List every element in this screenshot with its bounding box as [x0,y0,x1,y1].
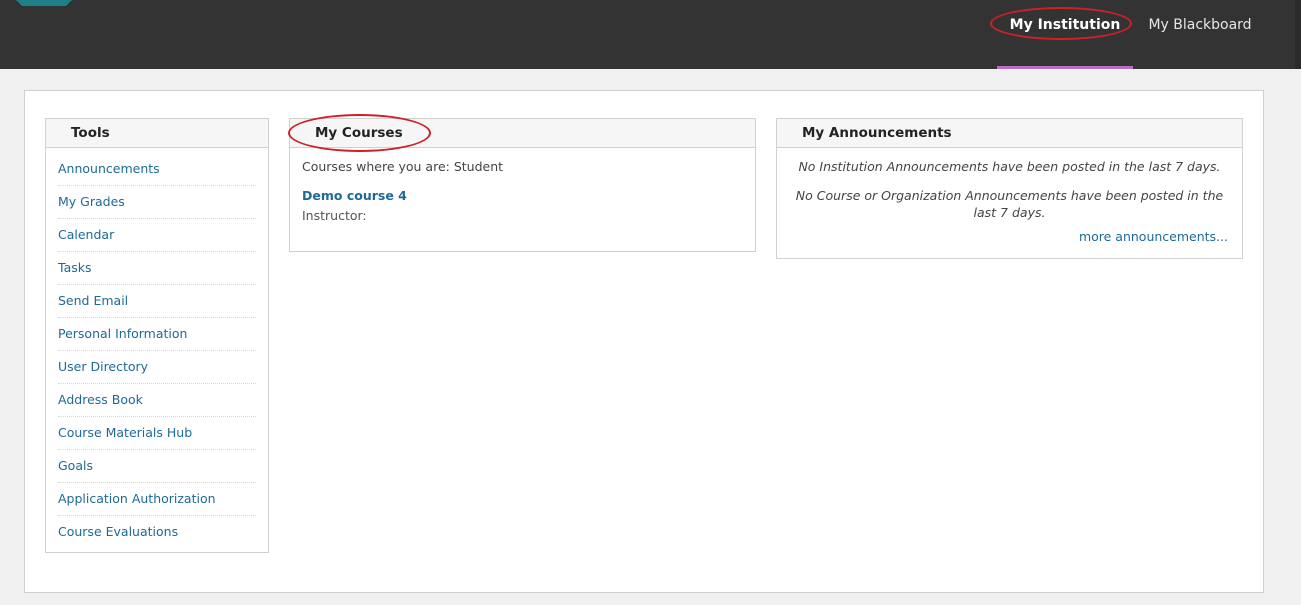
announcements-body: No Institution Announcements have been p… [777,148,1242,244]
more-announcements-link[interactable]: more announcements... [1079,229,1228,244]
tool-link-personal-information[interactable]: Personal Information [58,326,187,341]
tool-link-tasks[interactable]: Tasks [58,260,92,275]
my-courses-module: My Courses Courses where you are: Studen… [289,118,756,252]
tool-link-send-email[interactable]: Send Email [58,293,128,308]
tools-list-item: Address Book [58,384,256,417]
course-instructor-label: Instructor: [302,208,367,223]
tools-list-item: Personal Information [58,318,256,351]
tools-list-item: Goals [58,450,256,483]
tools-list-item: Application Authorization [58,483,256,516]
tools-list-item: Announcements [58,153,256,186]
my-announcements-module: My Announcements No Institution Announce… [776,118,1243,259]
course-announcements-text: No Course or Organization Announcements … [795,188,1224,220]
my-announcements-module-title: My Announcements [777,119,1242,148]
top-navigation-bar: My Institution My Blackboard [0,0,1301,69]
tool-link-my-grades[interactable]: My Grades [58,194,125,209]
institution-announcements-text: No Institution Announcements have been p… [798,159,1221,174]
tools-module: Tools Announcements My Grades Calendar T… [45,118,269,553]
tools-module-title: Tools [46,119,268,148]
tool-link-announcements[interactable]: Announcements [58,161,160,176]
tools-list-item: Course Evaluations [58,516,256,548]
tools-list-item: Course Materials Hub [58,417,256,450]
main-content-area: Tools Announcements My Grades Calendar T… [24,90,1264,593]
tab-my-blackboard[interactable]: My Blackboard [1146,0,1254,69]
tools-list-item: Send Email [58,285,256,318]
tab-my-institution[interactable]: My Institution [997,0,1133,69]
tools-list-item: User Directory [58,351,256,384]
my-courses-module-title: My Courses [290,119,755,148]
tool-link-course-materials-hub[interactable]: Course Materials Hub [58,425,192,440]
course-role-text: Courses where you are: Student [302,159,504,174]
tool-link-goals[interactable]: Goals [58,458,93,473]
tools-list-item: Calendar [58,219,256,252]
scrollbar-track[interactable] [1295,0,1301,69]
blackboard-logo-icon[interactable] [14,0,74,8]
course-link-demo-course-4[interactable]: Demo course 4 [302,188,407,203]
tools-list: Announcements My Grades Calendar Tasks S… [46,148,268,548]
tool-link-user-directory[interactable]: User Directory [58,359,148,374]
tools-list-item: Tasks [58,252,256,285]
tools-list-item: My Grades [58,186,256,219]
tool-link-course-evaluations[interactable]: Course Evaluations [58,524,178,539]
tool-link-application-authorization[interactable]: Application Authorization [58,491,216,506]
tool-link-address-book[interactable]: Address Book [58,392,143,407]
tool-link-calendar[interactable]: Calendar [58,227,114,242]
my-courses-body: Courses where you are: Student Demo cour… [290,148,755,234]
